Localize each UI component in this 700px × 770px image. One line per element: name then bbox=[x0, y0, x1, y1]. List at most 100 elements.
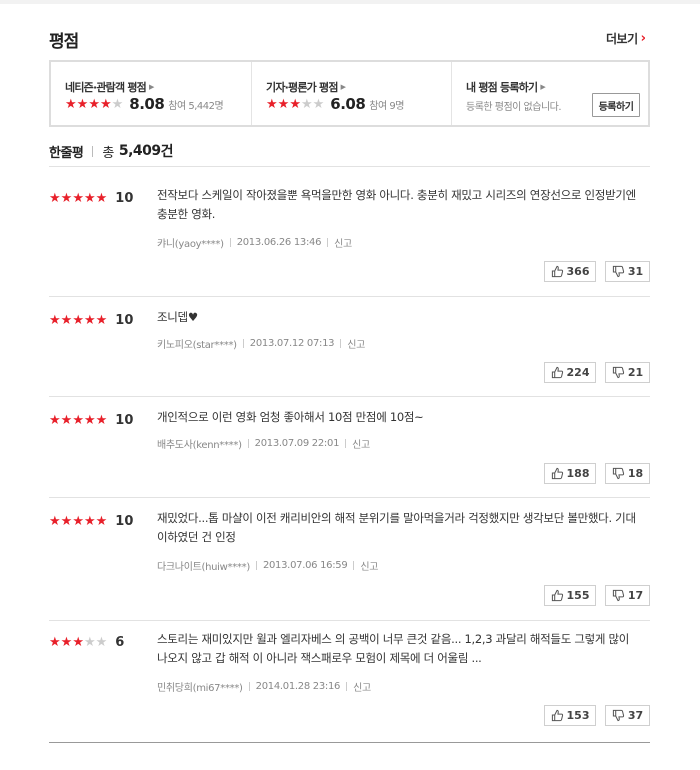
like-count: 224 bbox=[566, 366, 590, 379]
review-stars: ★ ★ ★ ★ ★ bbox=[49, 515, 107, 528]
critic-rating-link[interactable]: 기자·평론가 평점 ▶ bbox=[266, 79, 346, 95]
review-date: 2014.01.28 23:16 bbox=[255, 681, 341, 692]
netizen-rating: 네티즌·관람객 평점 ▶ ★ ★ ★ ★ ★ 8.08 참여 5,442명 bbox=[51, 62, 251, 125]
thumbs-up-icon bbox=[551, 265, 563, 278]
star-filled-icon: ★ bbox=[60, 413, 73, 428]
dislike-button[interactable]: 17 bbox=[605, 585, 650, 606]
divider bbox=[242, 339, 244, 348]
like-count: 366 bbox=[566, 265, 590, 278]
star-filled-icon: ★ bbox=[266, 96, 278, 112]
star-filled-icon: ★ bbox=[95, 514, 108, 529]
star-filled-icon: ★ bbox=[72, 635, 84, 650]
divider bbox=[247, 439, 249, 448]
critic-stars: ★ ★ ★ ★ ★ bbox=[266, 98, 324, 111]
critic-participants: 참여 9명 bbox=[369, 100, 404, 112]
netizen-participants: 참여 5,442명 bbox=[168, 100, 224, 112]
star-filled-icon: ★ bbox=[99, 96, 112, 112]
like-button[interactable]: 153 bbox=[544, 705, 596, 726]
dislike-count: 31 bbox=[627, 265, 644, 278]
thumbs-down-icon bbox=[612, 467, 624, 480]
star-filled-icon: ★ bbox=[72, 191, 84, 206]
star-empty-icon: ★ bbox=[83, 635, 96, 650]
thumbs-up-icon bbox=[551, 366, 563, 379]
review-author[interactable]: 캬니(yaoy****) bbox=[157, 235, 224, 250]
list-top-divider bbox=[49, 166, 650, 167]
review-meta: 키노피오(star****) 2013.07.12 07:13 신고 bbox=[157, 336, 365, 351]
review-score: 10 bbox=[115, 313, 134, 328]
star-filled-icon: ★ bbox=[289, 96, 301, 112]
review-text: 개인적으로 이런 영화 엄청 좋아해서 10점 만점에 10점~ bbox=[157, 410, 424, 424]
row-divider bbox=[49, 396, 650, 397]
star-filled-icon: ★ bbox=[83, 313, 96, 328]
more-link[interactable]: 더보기 › bbox=[606, 30, 646, 47]
review-date: 2013.06.26 13:46 bbox=[236, 237, 322, 248]
critic-rating-label: 기자·평론가 평점 bbox=[266, 81, 338, 94]
dislike-button[interactable]: 21 bbox=[605, 362, 650, 383]
my-rating-link[interactable]: 내 평점 등록하기 ▶ bbox=[466, 79, 546, 95]
dislike-button[interactable]: 31 bbox=[605, 261, 650, 282]
star-filled-icon: ★ bbox=[83, 514, 96, 529]
top-divider bbox=[0, 0, 700, 4]
like-button[interactable]: 224 bbox=[544, 362, 596, 383]
thumbs-down-icon bbox=[612, 265, 624, 278]
critic-rating: 기자·평론가 평점 ▶ ★ ★ ★ ★ ★ 6.08 참여 9명 bbox=[251, 62, 451, 125]
star-filled-icon: ★ bbox=[76, 96, 89, 112]
like-button[interactable]: 155 bbox=[544, 585, 596, 606]
thumbs-up-icon bbox=[551, 589, 563, 602]
critic-score: 6.08 bbox=[330, 95, 366, 113]
report-link[interactable]: 신고 bbox=[347, 336, 365, 351]
my-rating-empty-text: 등록한 평점이 없습니다. bbox=[466, 102, 562, 113]
row-divider bbox=[49, 620, 650, 621]
like-button[interactable]: 366 bbox=[544, 261, 596, 282]
thumbs-down-icon bbox=[612, 589, 624, 602]
review-item: ★ ★ ★ ★ ★ 10 조니뎁♥ 키노피오(star****) 2013.07.12 … bbox=[49, 308, 650, 388]
triangle-right-icon: ▶ bbox=[148, 83, 154, 91]
review-score: 10 bbox=[115, 191, 134, 206]
star-filled-icon: ★ bbox=[60, 514, 73, 529]
my-rating-label: 내 평점 등록하기 bbox=[466, 81, 538, 94]
review-stars: ★ ★ ★ ★ ★ bbox=[49, 192, 107, 205]
review-score: 6 bbox=[115, 635, 125, 650]
review-item: ★ ★ ★ ★ ★ 6 스토리는 재미있지만 윌과 엘리자베스 의 공백이 너무 큰것 … bbox=[49, 630, 650, 730]
like-count: 155 bbox=[566, 589, 590, 602]
review-author[interactable]: 배추도사(kenn****) bbox=[157, 436, 242, 451]
review-meta: 캬니(yaoy****) 2013.06.26 13:46 신고 bbox=[157, 235, 352, 250]
review-date: 2013.07.06 16:59 bbox=[262, 560, 348, 571]
thumbs-down-icon bbox=[612, 709, 624, 722]
review-meta: 민취당희(mi67****) 2014.01.28 23:16 신고 bbox=[157, 679, 371, 694]
like-count: 153 bbox=[566, 709, 590, 722]
review-item: ★ ★ ★ ★ ★ 10 개인적으로 이런 영화 엄청 좋아해서 10점 만점에 10점… bbox=[49, 408, 650, 488]
report-link[interactable]: 신고 bbox=[360, 558, 378, 573]
star-filled-icon: ★ bbox=[72, 313, 84, 328]
dislike-button[interactable]: 18 bbox=[605, 463, 650, 484]
netizen-rating-label: 네티즌·관람객 평점 bbox=[65, 81, 147, 94]
rating-summary-box: 네티즌·관람객 평점 ▶ ★ ★ ★ ★ ★ 8.08 참여 5,442명 기자·평론가… bbox=[49, 60, 650, 127]
report-link[interactable]: 신고 bbox=[334, 235, 352, 250]
triangle-right-icon: ▶ bbox=[540, 83, 545, 91]
register-rating-button[interactable]: 등록하기 bbox=[592, 93, 640, 117]
more-link-label: 더보기 bbox=[606, 32, 638, 46]
review-author[interactable]: 민취당희(mi67****) bbox=[157, 679, 243, 694]
total-label: 총 bbox=[102, 145, 114, 161]
dislike-button[interactable]: 37 bbox=[605, 705, 650, 726]
review-score: 10 bbox=[115, 413, 134, 428]
netizen-rating-link[interactable]: 네티즌·관람객 평점 ▶ bbox=[65, 79, 154, 95]
review-author[interactable]: 키노피오(star****) bbox=[157, 336, 237, 351]
like-button[interactable]: 188 bbox=[544, 463, 596, 484]
review-stars: ★ ★ ★ ★ ★ bbox=[49, 414, 107, 427]
dislike-count: 18 bbox=[627, 467, 644, 480]
report-link[interactable]: 신고 bbox=[352, 436, 370, 451]
review-score: 10 bbox=[115, 514, 134, 529]
review-author[interactable]: 다크나이트(huiw****) bbox=[157, 558, 250, 573]
divider bbox=[229, 238, 231, 247]
star-filled-icon: ★ bbox=[49, 514, 61, 529]
review-item: ★ ★ ★ ★ ★ 10 재밌었다...톱 마샬이 이전 캐리비안의 해적 분위기를 말… bbox=[49, 509, 650, 619]
report-link[interactable]: 신고 bbox=[353, 679, 371, 694]
star-filled-icon: ★ bbox=[60, 191, 73, 206]
thumbs-up-icon bbox=[551, 467, 563, 480]
star-filled-icon: ★ bbox=[60, 313, 73, 328]
star-filled-icon: ★ bbox=[49, 413, 61, 428]
divider bbox=[346, 682, 348, 691]
total-unit: 건 bbox=[160, 144, 174, 160]
like-count: 188 bbox=[566, 467, 590, 480]
